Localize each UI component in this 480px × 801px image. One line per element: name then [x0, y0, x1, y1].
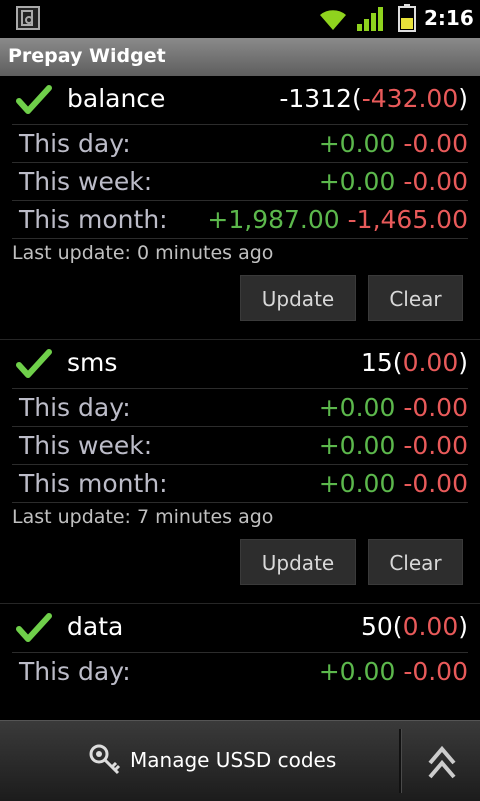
key-settings-icon — [89, 744, 121, 775]
collapse-up-button[interactable] — [403, 721, 480, 801]
section-header: data 50(0.00) — [0, 604, 480, 652]
row-month: This month: +0.00 -0.00 — [12, 464, 468, 502]
clear-button[interactable]: Clear — [368, 539, 463, 585]
section-balance: balance -1312(-432.00) This day: +0.00 -… — [0, 76, 480, 340]
app-icon — [16, 6, 40, 30]
row-week: This week: +0.00 -0.00 — [12, 426, 468, 464]
section-diff: 0.00 — [402, 612, 459, 641]
status-bar: 2:16 — [0, 0, 480, 38]
section-header: balance -1312(-432.00) — [0, 76, 480, 124]
double-chevron-up-icon — [428, 745, 456, 779]
section-diff: 0.00 — [402, 348, 459, 377]
battery-icon — [398, 4, 416, 32]
update-button[interactable]: Update — [240, 539, 356, 585]
divider — [399, 729, 402, 793]
title-bar: Prepay Widget — [0, 38, 480, 76]
checkmark-icon — [16, 349, 52, 378]
last-update: Last update: 0 minutes ago — [12, 238, 468, 269]
counter-list[interactable]: balance -1312(-432.00) This day: +0.00 -… — [0, 76, 480, 720]
row-day: This day: +0.00 -0.00 — [12, 652, 468, 690]
row-day: This day: +0.00 -0.00 — [12, 124, 468, 162]
section-sms: sms 15(0.00) This day: +0.00 -0.00 This … — [0, 340, 480, 604]
section-actions: Update Clear — [0, 269, 480, 340]
section-value: 15(0.00) — [360, 348, 468, 377]
row-month: This month: +1,987.00 -1,465.00 — [12, 200, 468, 238]
row-day: This day: +0.00 -0.00 — [12, 388, 468, 426]
clear-button[interactable]: Clear — [368, 275, 463, 321]
section-header: sms 15(0.00) — [0, 340, 480, 388]
manage-ussd-button[interactable]: Manage USSD codes — [0, 721, 399, 801]
section-data: data 50(0.00) This day: +0.00 -0.00 — [0, 604, 480, 690]
section-diff: -432.00 — [361, 84, 459, 113]
row-week: This week: +0.00 -0.00 — [12, 162, 468, 200]
wifi-icon — [320, 10, 346, 30]
section-actions: Update Clear — [0, 533, 480, 604]
section-value: 50(0.00) — [360, 612, 468, 641]
section-name: data — [67, 612, 124, 641]
section-name: sms — [67, 348, 118, 377]
manage-ussd-label: Manage USSD codes — [130, 748, 337, 772]
checkmark-icon — [16, 85, 52, 114]
bottom-bar: Manage USSD codes — [0, 720, 480, 801]
status-time: 2:16 — [424, 6, 474, 30]
last-update: Last update: 7 minutes ago — [12, 502, 468, 533]
checkmark-icon — [16, 613, 52, 642]
section-name: balance — [67, 84, 166, 113]
section-value: -1312(-432.00) — [279, 84, 468, 113]
signal-icon — [357, 7, 383, 31]
app-title: Prepay Widget — [8, 45, 166, 67]
update-button[interactable]: Update — [240, 275, 356, 321]
